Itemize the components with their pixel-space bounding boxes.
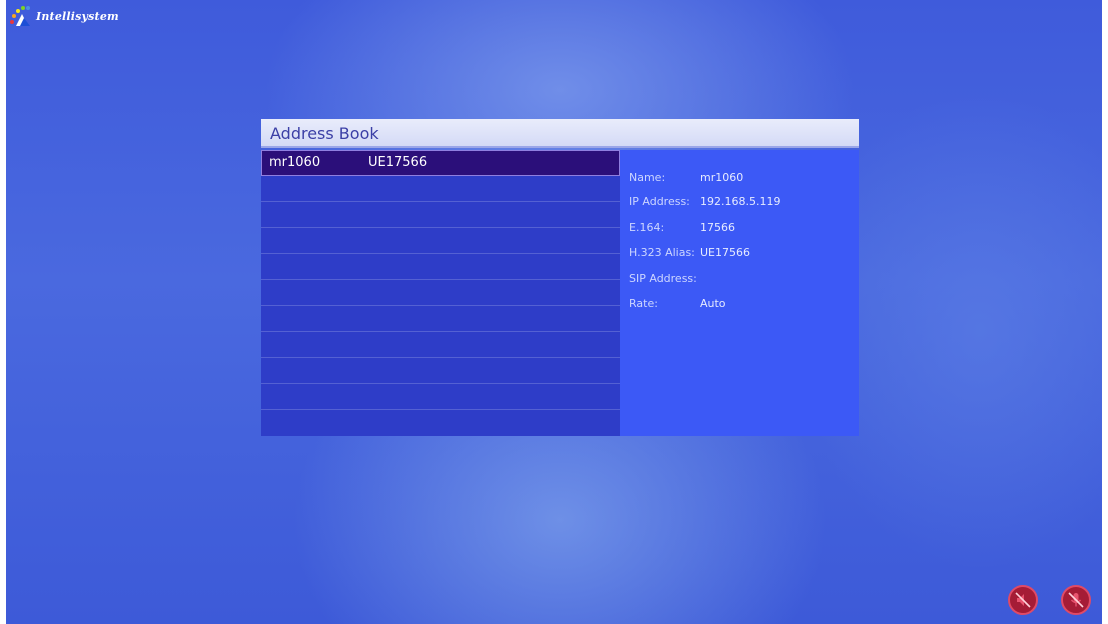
- detail-value-rate: Auto: [700, 297, 726, 310]
- contact-row[interactable]: [261, 254, 620, 280]
- detail-label-ip: IP Address:: [629, 195, 690, 208]
- detail-label-name: Name:: [629, 171, 666, 184]
- contact-details-panel: Name: mr1060 IP Address: 192.168.5.119 E…: [620, 150, 859, 436]
- detail-value-h323: UE17566: [700, 246, 750, 259]
- contact-row[interactable]: [261, 306, 620, 332]
- microphone-muted-status[interactable]: [1061, 585, 1091, 615]
- contact-row[interactable]: [261, 280, 620, 306]
- contact-row[interactable]: [261, 358, 620, 384]
- speaker-muted-status[interactable]: [1008, 585, 1038, 615]
- contact-list: mr1060 UE17566: [261, 150, 620, 436]
- contact-row[interactable]: [261, 228, 620, 254]
- logo-text: Intellisystem: [36, 9, 119, 23]
- detail-value-e164: 17566: [700, 221, 735, 234]
- detail-label-h323: H.323 Alias:: [629, 246, 695, 259]
- contact-row[interactable]: [261, 332, 620, 358]
- screen-border-right: [1102, 0, 1108, 624]
- detail-value-ip: 192.168.5.119: [700, 195, 781, 208]
- screen-border-left: [0, 0, 6, 624]
- address-book-dialog: Address Book mr1060 UE17566 Name: mr1060…: [261, 119, 859, 436]
- microphone-muted-icon: [1068, 592, 1084, 608]
- speaker-muted-icon: [1015, 592, 1031, 608]
- logo-arc-icon: [10, 6, 30, 26]
- contact-row[interactable]: [261, 202, 620, 228]
- contact-row-selected[interactable]: mr1060 UE17566: [261, 150, 620, 176]
- dialog-header: Address Book: [261, 119, 859, 148]
- detail-label-e164: E.164:: [629, 221, 665, 234]
- contact-alias: UE17566: [368, 155, 428, 170]
- dialog-title: Address Book: [270, 124, 379, 143]
- contact-name: mr1060: [269, 155, 321, 170]
- app-logo: Intellisystem: [8, 4, 119, 28]
- contact-row[interactable]: [261, 176, 620, 202]
- detail-value-name: mr1060: [700, 171, 744, 184]
- contact-row[interactable]: [261, 384, 620, 410]
- detail-label-sip: SIP Address:: [629, 272, 697, 285]
- contact-row[interactable]: [261, 410, 620, 436]
- detail-label-rate: Rate:: [629, 297, 658, 310]
